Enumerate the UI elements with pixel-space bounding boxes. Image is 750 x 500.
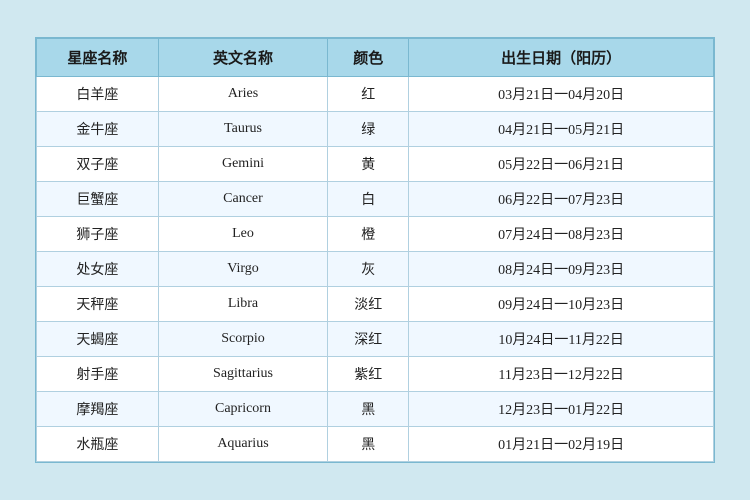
table-row: 白羊座Aries红03月21日一04月20日 xyxy=(37,77,714,112)
cell-color: 深红 xyxy=(328,322,409,357)
header-chinese-name: 星座名称 xyxy=(37,39,159,77)
cell-birth-date: 11月23日一12月22日 xyxy=(409,357,714,392)
header-birth-date: 出生日期（阳历） xyxy=(409,39,714,77)
cell-color: 橙 xyxy=(328,217,409,252)
table-row: 狮子座Leo橙07月24日一08月23日 xyxy=(37,217,714,252)
cell-chinese-name: 白羊座 xyxy=(37,77,159,112)
cell-chinese-name: 金牛座 xyxy=(37,112,159,147)
cell-color: 灰 xyxy=(328,252,409,287)
cell-english-name: Aries xyxy=(158,77,327,112)
table-row: 双子座Gemini黄05月22日一06月21日 xyxy=(37,147,714,182)
cell-chinese-name: 天蝎座 xyxy=(37,322,159,357)
cell-birth-date: 07月24日一08月23日 xyxy=(409,217,714,252)
table-row: 巨蟹座Cancer白06月22日一07月23日 xyxy=(37,182,714,217)
table-row: 天秤座Libra淡红09月24日一10月23日 xyxy=(37,287,714,322)
cell-chinese-name: 处女座 xyxy=(37,252,159,287)
cell-color: 淡红 xyxy=(328,287,409,322)
cell-birth-date: 10月24日一11月22日 xyxy=(409,322,714,357)
table-row: 射手座Sagittarius紫红11月23日一12月22日 xyxy=(37,357,714,392)
cell-chinese-name: 摩羯座 xyxy=(37,392,159,427)
cell-birth-date: 03月21日一04月20日 xyxy=(409,77,714,112)
cell-english-name: Virgo xyxy=(158,252,327,287)
cell-color: 黑 xyxy=(328,392,409,427)
cell-english-name: Libra xyxy=(158,287,327,322)
cell-color: 黄 xyxy=(328,147,409,182)
cell-color: 红 xyxy=(328,77,409,112)
table-row: 金牛座Taurus绿04月21日一05月21日 xyxy=(37,112,714,147)
table-row: 天蝎座Scorpio深红10月24日一11月22日 xyxy=(37,322,714,357)
cell-birth-date: 06月22日一07月23日 xyxy=(409,182,714,217)
cell-english-name: Scorpio xyxy=(158,322,327,357)
cell-birth-date: 05月22日一06月21日 xyxy=(409,147,714,182)
cell-chinese-name: 天秤座 xyxy=(37,287,159,322)
cell-color: 紫红 xyxy=(328,357,409,392)
cell-english-name: Aquarius xyxy=(158,427,327,462)
header-english-name: 英文名称 xyxy=(158,39,327,77)
table-row: 处女座Virgo灰08月24日一09月23日 xyxy=(37,252,714,287)
cell-chinese-name: 射手座 xyxy=(37,357,159,392)
cell-birth-date: 08月24日一09月23日 xyxy=(409,252,714,287)
table-header-row: 星座名称 英文名称 颜色 出生日期（阳历） xyxy=(37,39,714,77)
cell-birth-date: 04月21日一05月21日 xyxy=(409,112,714,147)
table-row: 水瓶座Aquarius黑01月21日一02月19日 xyxy=(37,427,714,462)
table-body: 白羊座Aries红03月21日一04月20日金牛座Taurus绿04月21日一0… xyxy=(37,77,714,462)
cell-english-name: Leo xyxy=(158,217,327,252)
cell-color: 黑 xyxy=(328,427,409,462)
cell-english-name: Taurus xyxy=(158,112,327,147)
cell-english-name: Gemini xyxy=(158,147,327,182)
cell-english-name: Cancer xyxy=(158,182,327,217)
header-color: 颜色 xyxy=(328,39,409,77)
cell-birth-date: 12月23日一01月22日 xyxy=(409,392,714,427)
cell-chinese-name: 双子座 xyxy=(37,147,159,182)
cell-chinese-name: 巨蟹座 xyxy=(37,182,159,217)
cell-birth-date: 09月24日一10月23日 xyxy=(409,287,714,322)
cell-english-name: Capricorn xyxy=(158,392,327,427)
cell-birth-date: 01月21日一02月19日 xyxy=(409,427,714,462)
cell-color: 绿 xyxy=(328,112,409,147)
cell-english-name: Sagittarius xyxy=(158,357,327,392)
cell-chinese-name: 狮子座 xyxy=(37,217,159,252)
cell-chinese-name: 水瓶座 xyxy=(37,427,159,462)
zodiac-table-container: 星座名称 英文名称 颜色 出生日期（阳历） 白羊座Aries红03月21日一04… xyxy=(35,37,715,463)
table-row: 摩羯座Capricorn黑12月23日一01月22日 xyxy=(37,392,714,427)
zodiac-table: 星座名称 英文名称 颜色 出生日期（阳历） 白羊座Aries红03月21日一04… xyxy=(36,38,714,462)
cell-color: 白 xyxy=(328,182,409,217)
